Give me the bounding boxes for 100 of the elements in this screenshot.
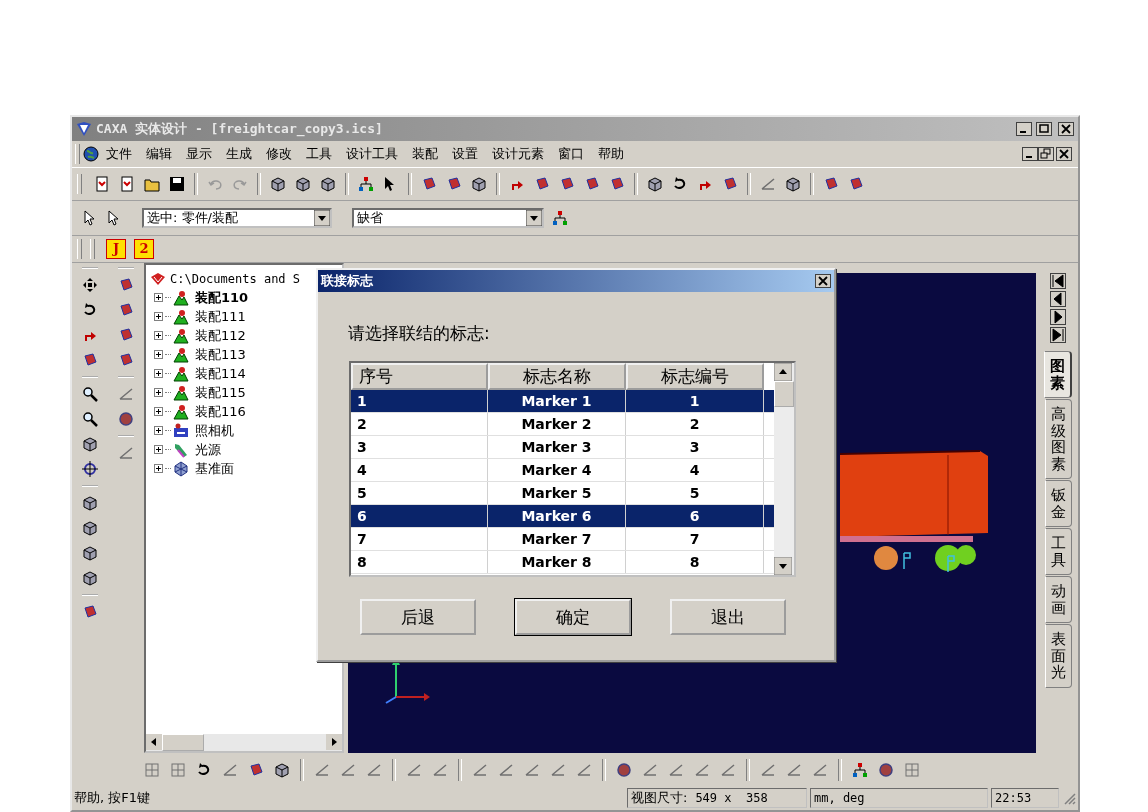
menu-item[interactable]: 设置 [445,143,485,165]
zoom-icon[interactable] [82,411,98,427]
minimize-icon[interactable] [1022,147,1038,161]
line-icon[interactable] [668,761,684,778]
line-icon[interactable] [366,761,382,778]
shape-icon[interactable] [609,176,625,192]
tree-item[interactable]: 装配112 [195,326,246,345]
close-icon[interactable] [815,274,831,288]
line-icon[interactable] [498,761,514,778]
freight-car-drawing[interactable] [839,450,988,573]
rotate-icon[interactable] [672,176,688,192]
tab-scroll-icon[interactable] [1050,291,1066,307]
list-row[interactable]: 8 Marker 8 8 [351,551,774,574]
save-icon[interactable] [169,176,185,192]
side-tab[interactable]: 表面光 [1044,624,1072,688]
line-icon[interactable] [406,761,422,778]
restore-icon[interactable] [1038,147,1054,161]
shape-icon[interactable] [823,176,839,192]
column-header[interactable]: 序号 [351,363,488,390]
expand-icon[interactable] [154,388,163,397]
cube-icon[interactable] [785,176,801,192]
column-header[interactable]: 标志编号 [626,363,764,390]
expand-icon[interactable] [154,464,163,473]
close-icon[interactable] [1056,147,1072,161]
tree-item[interactable]: 装配110 [195,288,249,307]
menu-item[interactable]: 帮助 [591,143,631,165]
shape-icon[interactable] [118,352,134,368]
shape-icon[interactable] [82,352,98,368]
scroll-left-icon[interactable] [146,734,162,750]
cube-icon[interactable] [647,176,663,192]
menu-item[interactable]: 工具 [299,143,339,165]
shape-icon[interactable] [722,176,738,192]
menu-item[interactable]: 显示 [179,143,219,165]
hierarchy-icon[interactable] [552,210,568,226]
scroll-right-icon[interactable] [326,734,342,750]
hierarchy-icon[interactable] [358,176,374,192]
menu-item[interactable]: 设计工具 [339,143,405,165]
expand-icon[interactable] [154,350,163,359]
circle-icon[interactable] [616,761,632,778]
layout-button[interactable]: J [106,239,126,259]
line-icon[interactable] [118,386,134,402]
tree-item[interactable]: 装配115 [195,383,246,402]
line-icon[interactable] [472,761,488,778]
maximize-icon[interactable] [1036,122,1052,136]
shape-icon[interactable] [248,761,264,778]
line-icon[interactable] [524,761,540,778]
cube-icon[interactable] [82,520,98,536]
cube-icon[interactable] [274,761,290,778]
line-icon[interactable] [340,761,356,778]
menu-item[interactable]: 修改 [259,143,299,165]
side-tab[interactable]: 钣金 [1044,480,1072,527]
dialog-button[interactable]: 后退 [360,599,476,635]
tree-item[interactable]: 装配111 [195,307,246,326]
menu-item[interactable]: 编辑 [139,143,179,165]
list-row[interactable]: 7 Marker 7 7 [351,528,774,551]
tree-item[interactable]: 装配114 [195,364,246,383]
line-icon[interactable] [642,761,658,778]
side-tab[interactable]: 图素 [1044,351,1072,398]
close-icon[interactable] [1058,122,1074,136]
tab-scroll-icon[interactable] [1050,309,1066,325]
tree-item[interactable]: 装配116 [195,402,246,421]
line-icon[interactable] [432,761,448,778]
circle-icon[interactable] [118,411,134,427]
shape-icon[interactable] [446,176,462,192]
tab-scroll-icon[interactable] [1050,273,1066,289]
expand-icon[interactable] [154,426,163,435]
cube-icon[interactable] [82,545,98,561]
cube-icon[interactable] [270,176,286,192]
side-tab[interactable]: 工具 [1044,528,1072,575]
menu-item[interactable]: 窗口 [551,143,591,165]
menu-item[interactable]: 生成 [219,143,259,165]
cube-icon[interactable] [82,570,98,586]
scrollbar-thumb[interactable] [162,734,204,751]
resize-grip-icon[interactable] [1062,791,1076,805]
dialog-button[interactable]: 确定 [515,599,631,635]
scroll-up-icon[interactable] [774,363,792,381]
list-row[interactable]: 2 Marker 2 2 [351,413,774,436]
selection-filter-dropdown[interactable]: 选中: 零件/装配 [142,208,332,228]
tree-root[interactable]: C:\Documents and S [170,271,301,286]
rotate-icon[interactable] [196,761,212,778]
column-header[interactable]: 标志名称 [488,363,626,390]
cube-icon[interactable] [82,436,98,452]
list-row[interactable]: 4 Marker 4 4 [351,459,774,482]
line-icon[interactable] [550,761,566,778]
expand-icon[interactable] [154,369,163,378]
shape-icon[interactable] [118,277,134,293]
shape-icon[interactable] [421,176,437,192]
layout-button[interactable]: 2 [134,239,154,259]
tree-item[interactable]: 照相机 [195,421,234,440]
cube-icon[interactable] [82,495,98,511]
scrollbar-thumb[interactable] [774,381,794,407]
line-icon[interactable] [760,761,776,778]
shape-icon[interactable] [534,176,550,192]
crosshair-icon[interactable] [82,461,98,477]
line-icon[interactable] [812,761,828,778]
line-icon[interactable] [694,761,710,778]
expand-icon[interactable] [154,293,163,302]
rotate-icon[interactable] [82,302,98,318]
side-tab[interactable]: 高级图素 [1044,399,1072,479]
tree-item[interactable]: 装配113 [195,345,246,364]
